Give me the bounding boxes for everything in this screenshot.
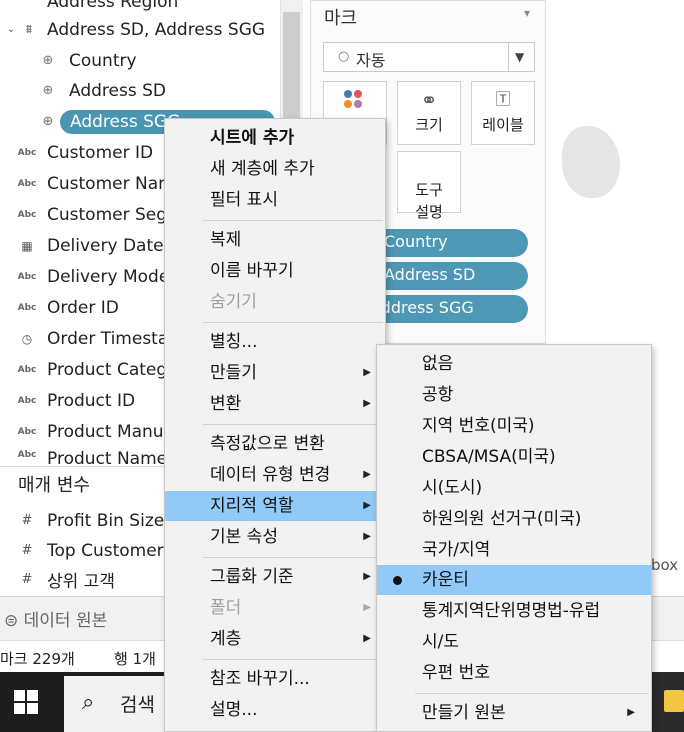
menu-item-add-to-new-hierarchy[interactable]: 새 계층에 추가 bbox=[165, 154, 385, 184]
folder-icon[interactable] bbox=[664, 690, 684, 712]
submenu-arrow-icon: ▶ bbox=[627, 707, 635, 718]
menu-item-geographic-role[interactable]: 지리적 역할 ▶ bbox=[165, 491, 385, 521]
field-country[interactable]: ⊕ Country bbox=[0, 45, 280, 76]
geo-role-state-province[interactable]: 시/도 bbox=[377, 627, 651, 657]
abc-icon: Abc bbox=[17, 209, 37, 220]
auto-mark-icon: ○ bbox=[338, 49, 350, 64]
menu-separator bbox=[203, 424, 383, 425]
mark-type-value: 자동 bbox=[356, 51, 386, 70]
menu-separator bbox=[203, 557, 383, 558]
menu-item-group-by[interactable]: 그룹화 기준 ▶ bbox=[165, 562, 385, 592]
dropdown-arrow-icon[interactable]: ▼ bbox=[515, 50, 524, 64]
detail-pill-country[interactable]: Country bbox=[370, 229, 528, 257]
globe-icon: ⊕ bbox=[42, 83, 54, 98]
submenu-arrow-icon: ▶ bbox=[363, 500, 371, 511]
abc-icon: Abc bbox=[17, 147, 37, 158]
geo-role-country-region[interactable]: 국가/지역 bbox=[377, 535, 651, 565]
color-icon bbox=[342, 90, 364, 112]
menu-item-create[interactable]: 만들기 ▶ bbox=[165, 358, 385, 388]
status-marks-count: 마크 229개 bbox=[0, 650, 75, 668]
abc-icon: Abc bbox=[17, 426, 37, 437]
selected-bullet-icon bbox=[393, 576, 402, 585]
menu-separator bbox=[203, 659, 383, 660]
globe-icon: ⊕ bbox=[42, 114, 54, 129]
submenu-arrow-icon: ▶ bbox=[363, 398, 371, 409]
menu-item-replace-references[interactable]: 참조 바꾸기... bbox=[165, 664, 385, 694]
abc-icon: Abc bbox=[17, 271, 37, 282]
datasource-tab[interactable]: ⊜ 데이터 원본 bbox=[4, 606, 107, 631]
menu-item-default-properties[interactable]: 기본 속성 ▶ bbox=[165, 522, 385, 552]
globe-icon: ⊕ bbox=[42, 53, 54, 68]
size-icon: ⚭ bbox=[420, 88, 438, 112]
menu-item-transform[interactable]: 변환 ▶ bbox=[165, 389, 385, 419]
marks-card-title: 마크 bbox=[324, 8, 358, 29]
menu-item-convert-to-measure[interactable]: 측정값으로 변환 bbox=[165, 429, 385, 459]
abc-icon: Abc bbox=[17, 364, 37, 375]
geo-role-congressional-district[interactable]: 하원의원 선거구(미국) bbox=[377, 504, 651, 534]
number-icon: # bbox=[21, 513, 33, 528]
geo-role-nuts-europe[interactable]: 통계지역단위명명법-유럽 bbox=[377, 596, 651, 626]
hierarchy-address[interactable]: ⌄ ⩩ Address SD, Address SGG bbox=[0, 14, 280, 45]
abc-icon: Abc bbox=[17, 178, 37, 189]
mark-type-dropdown[interactable] bbox=[323, 42, 535, 72]
menu-separator bbox=[415, 693, 649, 694]
submenu-arrow-icon: ▶ bbox=[363, 531, 371, 542]
menu-separator bbox=[203, 322, 383, 323]
detail-pill-address-sgg[interactable]: Address SGG bbox=[370, 295, 528, 323]
abc-icon: Abc bbox=[17, 450, 37, 460]
geo-role-county[interactable]: 카운티 bbox=[377, 565, 651, 595]
search-icon: ⌕ bbox=[82, 690, 95, 715]
menu-item-aliases[interactable]: 별칭... bbox=[165, 327, 385, 357]
menu-item-describe[interactable]: 설명... bbox=[165, 695, 385, 725]
geo-role-airport[interactable]: 공항 bbox=[377, 380, 651, 410]
detail-pill-address-sd[interactable]: Address SD bbox=[370, 262, 528, 290]
geo-role-create-from[interactable]: 만들기 원본 ▶ bbox=[377, 698, 651, 728]
label-button[interactable]: 🅃 레이블 bbox=[471, 81, 535, 145]
submenu-arrow-icon: ▶ bbox=[363, 469, 371, 480]
number-icon: # bbox=[21, 572, 33, 587]
status-rows-count: 행 1개 bbox=[114, 650, 156, 668]
submenu-arrow-icon: ▶ bbox=[363, 633, 371, 644]
submenu-arrow-icon: ▶ bbox=[363, 571, 371, 582]
number-icon: # bbox=[21, 543, 33, 558]
field-address-sd[interactable]: ⊕ Address SD bbox=[0, 75, 280, 106]
geographic-role-submenu: 없음 공항 지역 번호(미국) CBSA/MSA(미국) 시(도시) 하원의원 … bbox=[376, 344, 652, 732]
geo-role-none[interactable]: 없음 bbox=[377, 349, 651, 379]
chevron-down-icon[interactable]: ▾ bbox=[524, 6, 530, 20]
menu-item-folders: 폴더 ▶ bbox=[165, 593, 385, 623]
partial-label: box bbox=[651, 556, 679, 574]
menu-item-show-filter[interactable]: 필터 표시 bbox=[165, 185, 385, 215]
geo-role-zip-code[interactable]: 우편 번호 bbox=[377, 658, 651, 688]
submenu-arrow-icon: ▶ bbox=[363, 602, 371, 613]
field-context-menu: 시트에 추가 새 계층에 추가 필터 표시 복제 이름 바꾸기 숨기기 별칭..… bbox=[164, 118, 386, 732]
abc-icon: Abc bbox=[17, 395, 37, 406]
menu-item-rename[interactable]: 이름 바꾸기 bbox=[165, 256, 385, 286]
menu-item-change-data-type[interactable]: 데이터 유형 변경 ▶ bbox=[165, 460, 385, 490]
geo-role-area-code[interactable]: 지역 번호(미국) bbox=[377, 411, 651, 441]
hierarchy-icon: ⩩ bbox=[25, 22, 33, 36]
menu-item-hierarchy[interactable]: 계층 ▶ bbox=[165, 624, 385, 654]
dropdown-divider bbox=[508, 43, 509, 71]
menu-item-hide: 숨기기 bbox=[210, 292, 257, 312]
datetime-icon: ◷ bbox=[21, 331, 33, 346]
menu-item-add-to-sheet[interactable]: 시트에 추가 bbox=[165, 123, 385, 153]
tooltip-button[interactable]: 도구 설명 bbox=[397, 151, 461, 221]
calendar-icon: ▦ bbox=[21, 238, 33, 253]
menu-separator bbox=[203, 220, 383, 221]
windows-start-icon[interactable] bbox=[14, 690, 38, 714]
abc-icon: Abc bbox=[17, 302, 37, 313]
geo-role-city[interactable]: 시(도시) bbox=[377, 473, 651, 503]
menu-item-duplicate[interactable]: 복제 bbox=[165, 225, 385, 255]
size-button[interactable]: ⚭ 크기 bbox=[397, 81, 461, 145]
taskbar-search-label: 검색 bbox=[120, 694, 155, 716]
submenu-arrow-icon: ▶ bbox=[363, 367, 371, 378]
geo-role-cbsa-msa[interactable]: CBSA/MSA(미국) bbox=[377, 442, 651, 472]
parameters-header: 매개 변수 bbox=[0, 466, 170, 500]
label-icon: 🅃 bbox=[495, 90, 511, 108]
